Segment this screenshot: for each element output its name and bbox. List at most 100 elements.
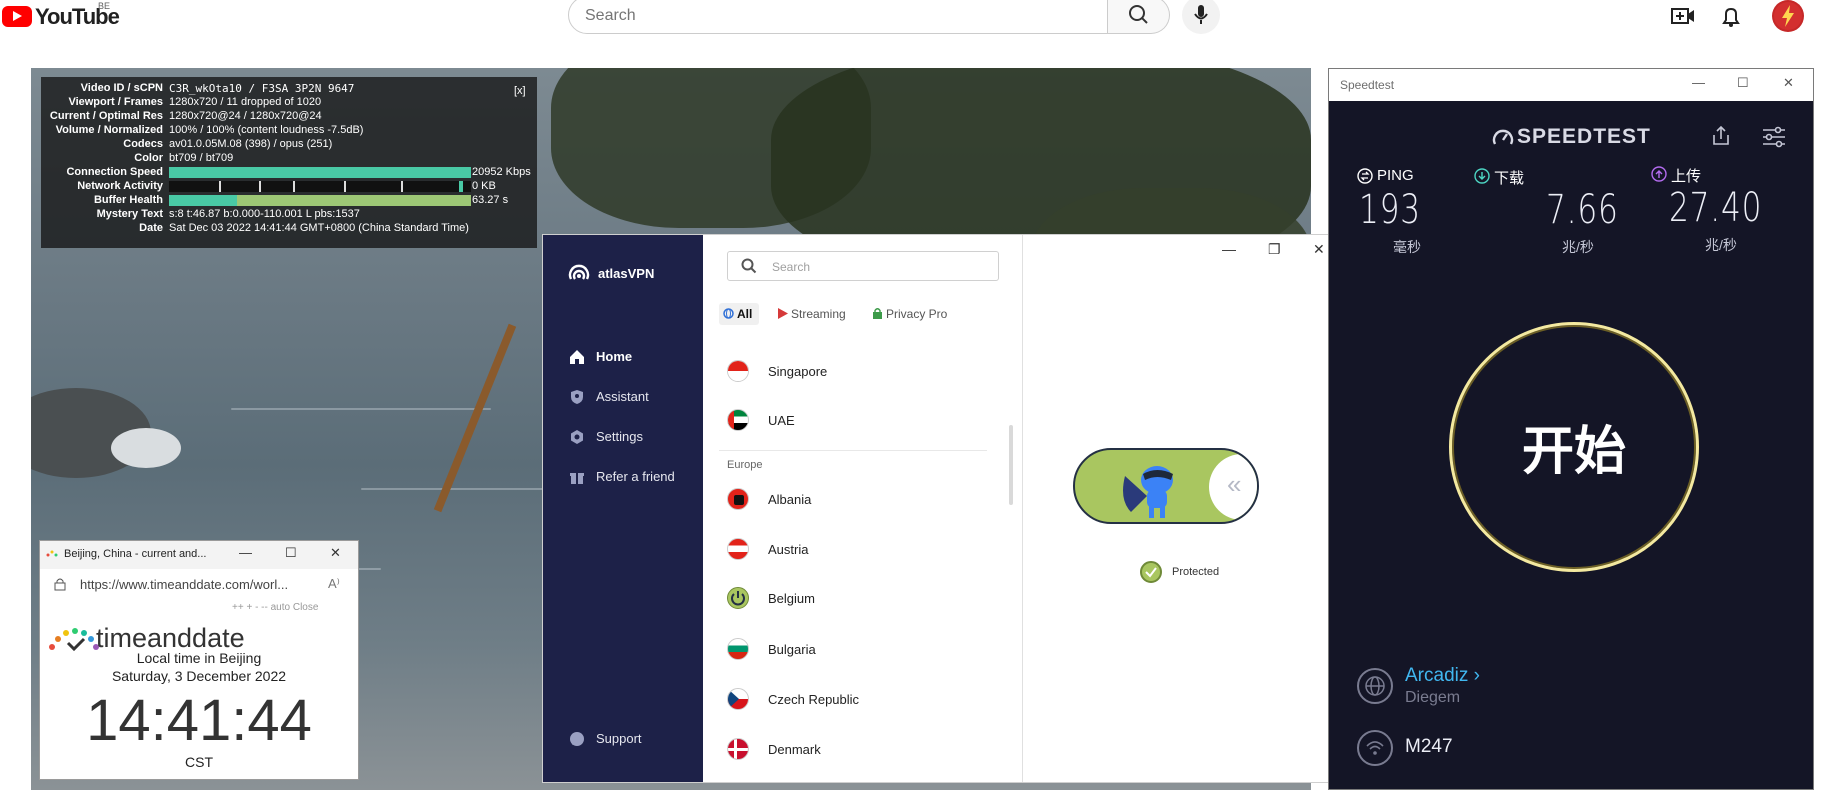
- denmark-flag-icon: [727, 738, 749, 760]
- uae-flag-icon: [727, 409, 749, 431]
- avatar[interactable]: [1772, 0, 1804, 32]
- youtube-header: YouTube BE Search: [0, 0, 1821, 56]
- support-button[interactable]: Support: [569, 729, 699, 751]
- list-item-austria[interactable]: Austria: [727, 534, 987, 570]
- tab-label: Privacy Pro: [886, 307, 948, 321]
- lock-icon: [873, 308, 882, 319]
- stat-key: Current / Optimal Res: [49, 110, 163, 122]
- download-value: 7.66: [1546, 187, 1619, 233]
- minimize-button[interactable]: —: [1222, 241, 1236, 257]
- list-item-denmark[interactable]: Denmark: [727, 734, 987, 770]
- country-name: UAE: [768, 413, 795, 428]
- tab-privacy-pro[interactable]: Privacy Pro: [873, 303, 983, 325]
- search-placeholder: Search: [585, 7, 636, 24]
- stat-key: Volume / Normalized: [55, 124, 163, 136]
- upload-label: 上传: [1671, 168, 1702, 185]
- check-icon: [1140, 561, 1162, 583]
- settings-sliders-icon[interactable]: [1761, 126, 1787, 148]
- globe-icon: [1357, 668, 1393, 704]
- sidebar-item-settings[interactable]: Settings: [569, 427, 699, 449]
- tab-label: All: [737, 307, 753, 321]
- stat-key: Network Activity: [77, 180, 163, 192]
- minimize-button[interactable]: —: [239, 545, 252, 560]
- country-name: Bulgaria: [768, 642, 816, 657]
- tab-label: Streaming: [791, 307, 846, 321]
- sidebar-item-label: Refer a friend: [596, 469, 675, 484]
- stat-value: 1280x720 / 11 dropped of 1020: [169, 96, 322, 108]
- stat-value: Sat Dec 03 2022 14:41:44 GMT+0800 (China…: [169, 222, 469, 234]
- minimize-button[interactable]: —: [1692, 75, 1705, 90]
- url-text[interactable]: https://www.timeanddate.com/worl...: [80, 577, 288, 592]
- clock-time: 14:41:44: [86, 688, 312, 753]
- search-input[interactable]: Search: [568, 0, 1108, 34]
- power-icon: [727, 587, 749, 609]
- window-title: Beijing, China - current and...: [64, 548, 207, 560]
- location-search-input[interactable]: Search: [727, 251, 999, 281]
- status-label: Protected: [1172, 566, 1220, 578]
- restore-button[interactable]: ❐: [1268, 241, 1281, 258]
- buffer-health-graph: [169, 195, 471, 206]
- chevron-left-icon: «: [1227, 469, 1242, 499]
- close-button[interactable]: ✕: [1783, 75, 1794, 91]
- stat-key: Video ID / sCPN: [80, 82, 163, 94]
- list-item-albania[interactable]: Albania: [727, 484, 987, 520]
- read-aloud-icon[interactable]: A⁾: [328, 576, 340, 592]
- sidebar-item-refer[interactable]: Refer a friend: [569, 467, 699, 489]
- speedtest-window: Speedtest — ☐ ✕ SPEEDTEST PING 193 毫秒 下载…: [1328, 68, 1814, 790]
- zoom-controls[interactable]: ++ + - -- auto Close: [232, 602, 318, 613]
- start-test-label[interactable]: 开始: [1449, 409, 1699, 484]
- maximize-button[interactable]: ☐: [285, 545, 297, 561]
- mascot-icon: [1123, 466, 1173, 518]
- sidebar-item-label: Home: [596, 349, 633, 364]
- lock-icon: [54, 578, 66, 591]
- download-icon: [1474, 168, 1490, 184]
- list-item-singapore[interactable]: Singapore: [727, 356, 987, 392]
- voice-search-button[interactable]: [1182, 0, 1220, 34]
- scrollbar[interactable]: [1009, 425, 1013, 505]
- albania-flag-icon: [727, 488, 749, 510]
- create-video-icon[interactable]: [1670, 4, 1696, 28]
- search-button[interactable]: [1108, 0, 1170, 34]
- sidebar-item-label: Assistant: [596, 389, 649, 404]
- czech-flag-icon: [727, 688, 749, 710]
- notifications-bell-icon[interactable]: [1718, 4, 1744, 30]
- tab-streaming[interactable]: Streaming: [778, 303, 868, 325]
- list-item-belgium[interactable]: Belgium: [727, 583, 987, 619]
- list-item-czech-republic[interactable]: Czech Republic: [727, 684, 987, 720]
- home-icon: [570, 350, 584, 364]
- vpn-connect-toggle[interactable]: «: [1073, 448, 1259, 524]
- stats-for-nerds-panel: [x] Video ID / sCPN C3R_wkOta10 / F3SA 3P…: [41, 77, 537, 248]
- country-name: Belgium: [768, 591, 815, 606]
- server-name-link[interactable]: Arcadiz ›: [1405, 665, 1480, 687]
- timezone-label: CST: [185, 754, 213, 770]
- upload-unit: 兆/秒: [1705, 237, 1737, 253]
- bulgaria-flag-icon: [727, 638, 749, 660]
- sidebar-item-home[interactable]: Home: [569, 347, 699, 369]
- share-icon[interactable]: [1710, 125, 1732, 147]
- stat-value: 0 KB: [472, 180, 496, 192]
- ping-unit: 毫秒: [1393, 239, 1421, 255]
- timeanddate-window: Beijing, China - current and... — ☐ ✕ ht…: [39, 540, 359, 780]
- support-label: Support: [596, 731, 642, 746]
- connection-panel: — ❐ ✕ « Protected: [1022, 235, 1340, 782]
- sidebar-item-assistant[interactable]: Assistant: [569, 387, 699, 409]
- chat-icon: [570, 732, 584, 746]
- list-item-uae[interactable]: UAE: [727, 405, 987, 441]
- youtube-logo[interactable]: YouTube: [2, 4, 120, 29]
- gift-icon: [570, 473, 584, 484]
- sidebar-item-label: Settings: [596, 429, 643, 444]
- maximize-button[interactable]: ☐: [1737, 75, 1749, 91]
- singapore-flag-icon: [727, 360, 749, 382]
- divider: [719, 450, 987, 451]
- location-list-panel: Search All Streaming Privacy Pro Singapo…: [703, 235, 1022, 782]
- server-location: Diegem: [1405, 689, 1461, 706]
- stat-value: 20952 Kbps: [472, 166, 531, 178]
- list-item-bulgaria[interactable]: Bulgaria: [727, 634, 987, 670]
- stat-key: Connection Speed: [66, 166, 163, 178]
- stat-value: s:8 t:46.87 b:0.000-110.001 L pbs:1537: [169, 208, 360, 220]
- tab-all[interactable]: All: [719, 303, 759, 325]
- close-button[interactable]: ✕: [1313, 241, 1325, 258]
- search-placeholder: Search: [772, 260, 811, 274]
- close-button[interactable]: ✕: [330, 545, 341, 561]
- download-label: 下载: [1494, 170, 1525, 187]
